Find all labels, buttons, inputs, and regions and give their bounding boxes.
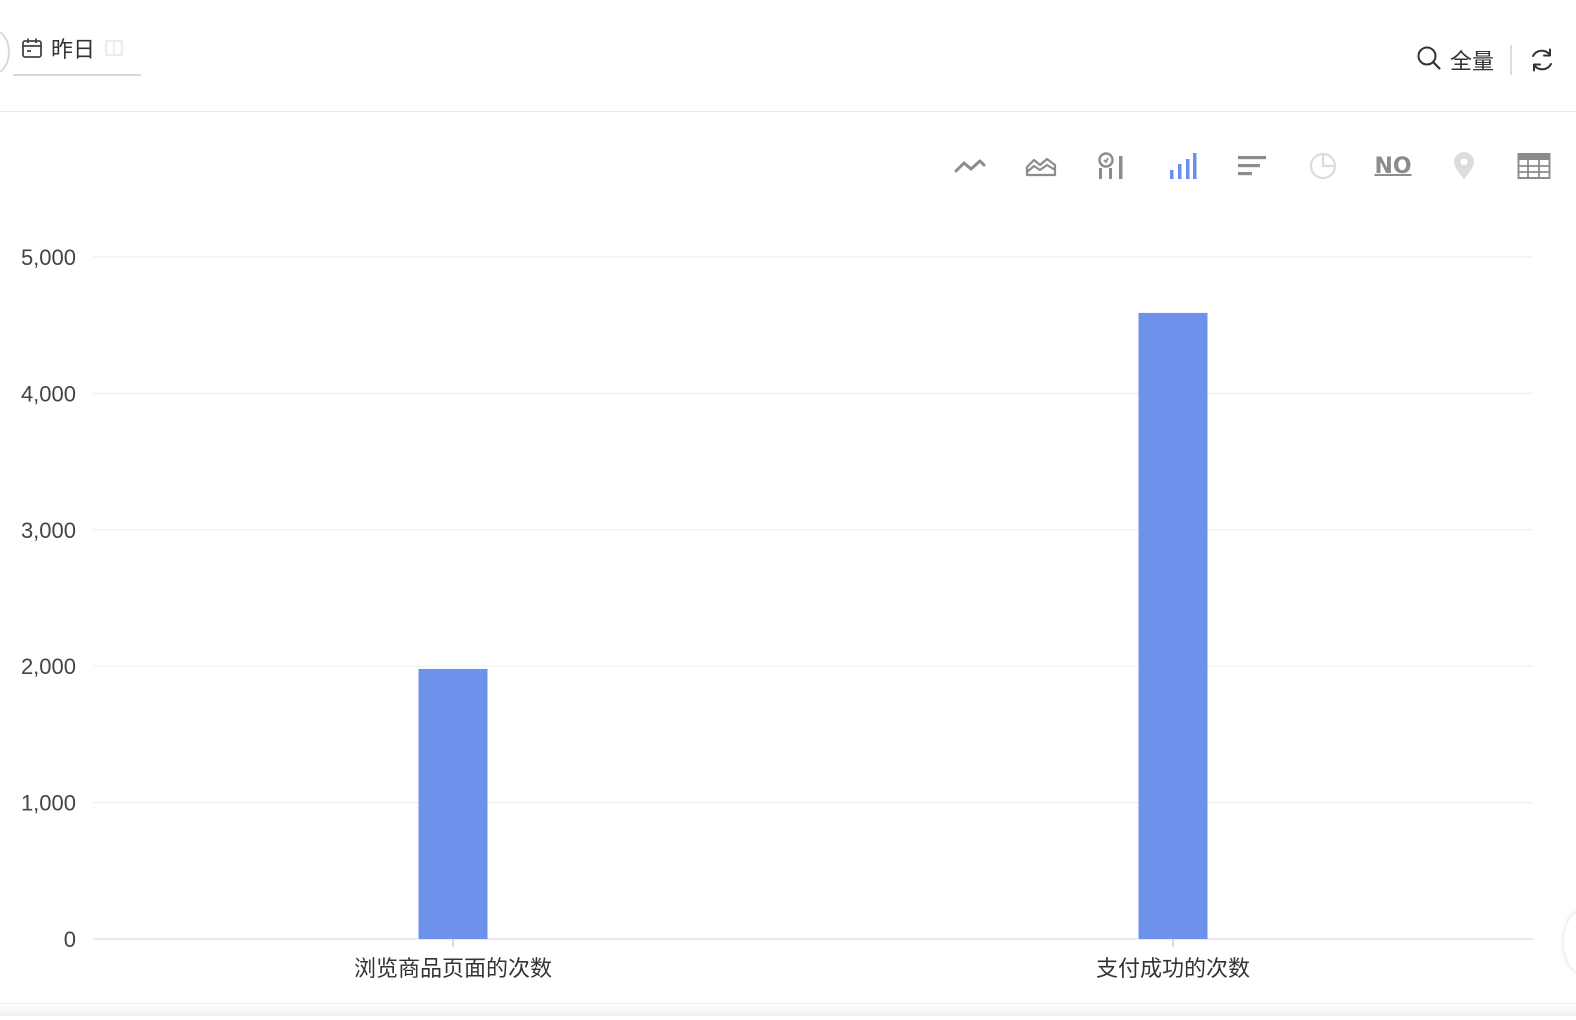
y-axis-ticks: 0 1,000 2,000 3,000 4,000 5,000 [21,245,76,952]
bar-chart-svg: 0 1,000 2,000 3,000 4,000 5,000 浏览商品页面的次数 支付成功… [21,245,1533,982]
x-tick-label: 支付成功的次数 [1096,957,1250,982]
y-tick-label: 4,000 [21,381,76,406]
x-axis-ticks: 浏览商品页面的次数 支付成功的次数 [354,939,1250,982]
y-tick-label: 2,000 [21,654,76,679]
y-tick-label: 5,000 [21,245,76,270]
bar-chart: 0 1,000 2,000 3,000 4,000 5,000 浏览商品页面的次数 支付成功… [0,0,1576,1016]
bottom-edge [0,1003,1576,1016]
bar[interactable] [1138,312,1208,939]
y-tick-label: 3,000 [21,518,76,543]
y-tick-label: 1,000 [21,791,76,816]
bar[interactable] [418,668,488,939]
bars [418,312,1208,939]
x-tick-label: 浏览商品页面的次数 [354,957,552,982]
gridlines [93,256,1533,940]
y-tick-label: 0 [64,927,76,952]
